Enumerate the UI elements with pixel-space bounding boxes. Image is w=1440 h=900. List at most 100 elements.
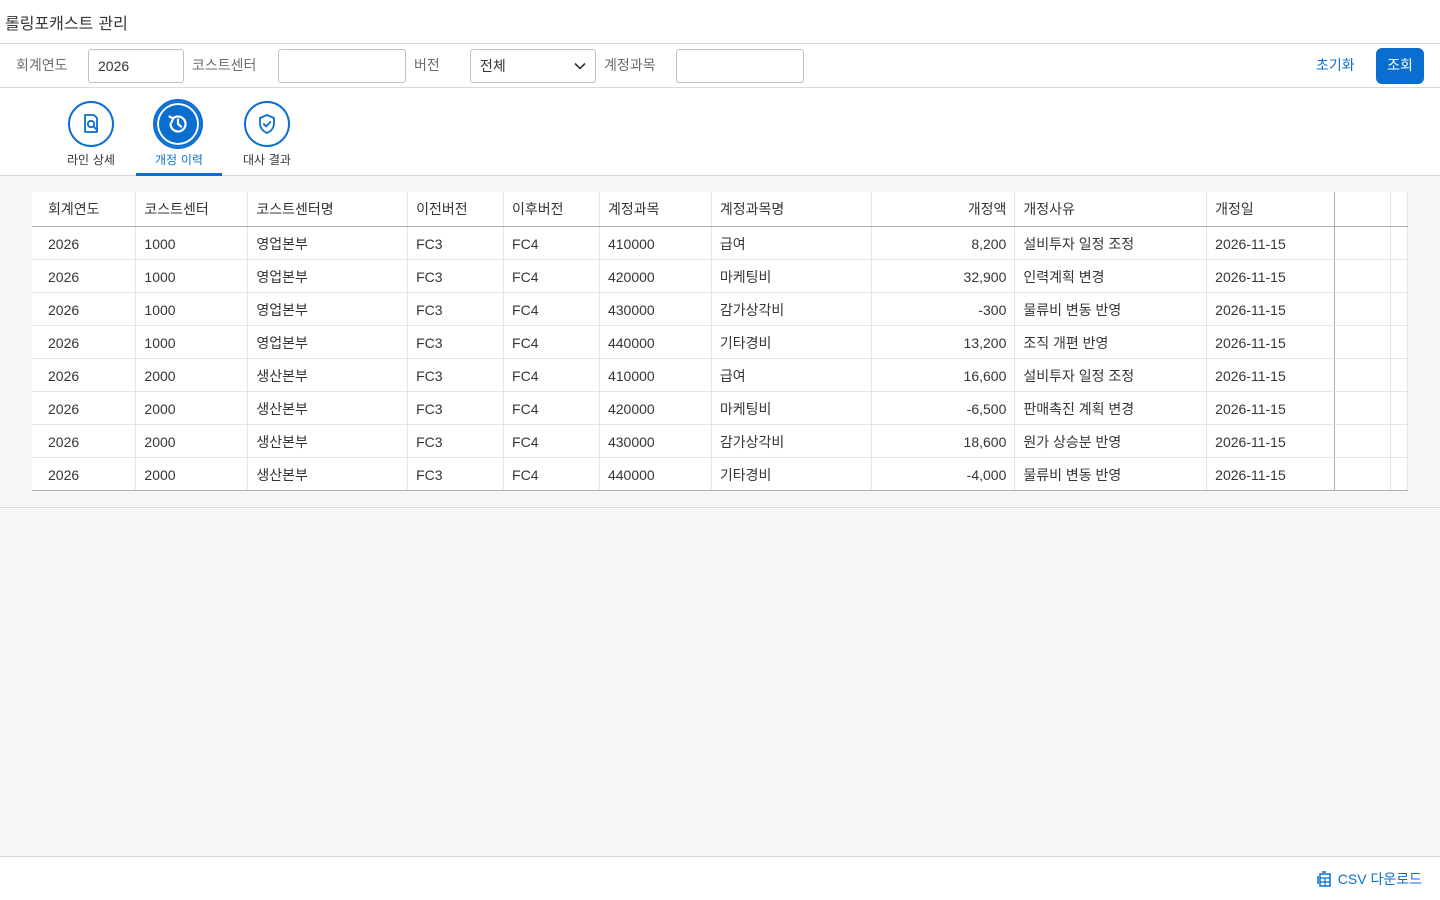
table-cell: FC3 — [407, 259, 505, 293]
column-header[interactable]: 계정과목명 — [711, 192, 872, 227]
empty-cell — [1334, 358, 1391, 392]
table-cell: 급여 — [711, 358, 872, 392]
table-cell: 16,600 — [871, 358, 1016, 392]
table-cell: 생산본부 — [247, 391, 409, 425]
footer-toolbar: CSV 다운로드 — [0, 856, 1440, 900]
year-label: 회계연도 — [16, 58, 68, 74]
table-cell: 급여 — [711, 226, 872, 260]
shield-check-icon — [244, 101, 290, 147]
table-row[interactable]: 2026 1000 영업본부 FC3 FC4 430000 감가상각비 -300 물류비 변동 … — [32, 292, 1409, 326]
table-row[interactable]: 2026 2000 생산본부 FC3 FC4 440000 기타경비 -4,000 물류비 변동… — [32, 457, 1409, 491]
content-area: 회계연도 코스트센터 코스트센터명 이전버전 이후버전 계정과목 계정과목명 개… — [0, 176, 1440, 508]
chevron-down-icon — [574, 62, 586, 70]
table-cell: 마케팅비 — [711, 259, 872, 293]
table-cell: 420000 — [599, 259, 712, 293]
document-search-icon — [68, 101, 114, 147]
table-cell: 1000 — [135, 226, 249, 260]
table-cell: 영업본부 — [247, 226, 409, 260]
empty-cell — [1334, 325, 1391, 359]
table-cell: FC3 — [407, 358, 505, 392]
table-cell: 32,900 — [871, 259, 1016, 293]
table-cell: 물류비 변동 반영 — [1014, 292, 1208, 326]
column-header[interactable]: 개정액 — [871, 192, 1016, 227]
version-label: 버전 — [414, 58, 440, 74]
account-label: 계정과목 — [604, 58, 656, 74]
cost-center-input[interactable] — [278, 49, 406, 83]
tab-reconciliation-result[interactable]: 대사 결과 — [236, 88, 298, 176]
column-header[interactable]: 코스트센터 — [135, 192, 249, 227]
table-cell: 2000 — [135, 358, 249, 392]
table-cell: FC4 — [503, 292, 600, 326]
tab-reconciliation-result-label: 대사 결과 — [243, 153, 291, 167]
empty-cell — [1334, 292, 1391, 326]
table-row[interactable]: 2026 1000 영업본부 FC3 FC4 440000 기타경비 13,200 조직 개편 … — [32, 325, 1409, 359]
tab-revision-history-label: 개정 이력 — [155, 153, 203, 167]
go-button[interactable]: 조회 — [1376, 48, 1424, 84]
table-row[interactable]: 2026 2000 생산본부 FC3 FC4 410000 급여 16,600 설비투자 일정 … — [32, 358, 1409, 392]
table-cell: 물류비 변동 반영 — [1014, 457, 1208, 491]
table-cell: 410000 — [599, 226, 712, 260]
table-cell: FC3 — [407, 292, 505, 326]
empty-cell — [1390, 292, 1409, 326]
tab-line-detail[interactable]: 라인 상세 — [60, 88, 122, 176]
version-select-value: 전체 — [480, 58, 506, 74]
account-input[interactable] — [676, 49, 804, 83]
column-header[interactable]: 코스트센터명 — [247, 192, 409, 227]
empty-column-header — [1334, 192, 1391, 227]
column-header[interactable]: 개정사유 — [1014, 192, 1208, 227]
table-cell: 설비투자 일정 조정 — [1014, 226, 1208, 260]
table-cell: 8,200 — [871, 226, 1016, 260]
empty-cell — [1390, 358, 1409, 392]
table-cell: 1000 — [135, 325, 249, 359]
table-cell: 2026-11-15 — [1206, 424, 1336, 458]
table-row[interactable]: 2026 1000 영업본부 FC3 FC4 410000 급여 8,200 설비투자 일정 조… — [32, 226, 1409, 260]
column-header[interactable]: 개정일 — [1206, 192, 1336, 227]
table-cell: 영업본부 — [247, 259, 409, 293]
empty-cell — [1390, 457, 1409, 491]
empty-cell — [1390, 391, 1409, 425]
table-cell: 영업본부 — [247, 325, 409, 359]
table-cell: FC4 — [503, 391, 600, 425]
csv-download-button[interactable]: CSV 다운로드 — [1316, 868, 1422, 890]
table-cell: 생산본부 — [247, 424, 409, 458]
column-header[interactable]: 이후버전 — [503, 192, 600, 227]
table-cell: 감가상각비 — [711, 292, 872, 326]
version-select[interactable]: 전체 — [470, 49, 596, 83]
table-cell: 2026-11-15 — [1206, 226, 1336, 260]
table-cell: 420000 — [599, 391, 712, 425]
column-header[interactable]: 계정과목 — [599, 192, 712, 227]
table-cell: FC4 — [503, 358, 600, 392]
tab-revision-history[interactable]: 개정 이력 — [136, 88, 222, 176]
column-header[interactable]: 회계연도 — [32, 192, 137, 227]
table-cell: 2026 — [32, 325, 137, 359]
reset-button[interactable]: 초기화 — [1308, 49, 1363, 83]
table-cell: 2026 — [32, 292, 137, 326]
table-cell: 440000 — [599, 457, 712, 491]
empty-cell — [1334, 391, 1391, 425]
table-row[interactable]: 2026 2000 생산본부 FC3 FC4 420000 마케팅비 -6,500 판매촉진 계… — [32, 391, 1409, 425]
table-cell: 2026-11-15 — [1206, 259, 1336, 293]
table-cell: 430000 — [599, 292, 712, 326]
table-cell: -6,500 — [871, 391, 1016, 425]
empty-cell — [1390, 226, 1409, 260]
table-cell: 2000 — [135, 457, 249, 491]
history-icon — [153, 99, 203, 149]
empty-cell — [1390, 325, 1409, 359]
empty-cell — [1334, 424, 1391, 458]
table-cell: 1000 — [135, 259, 249, 293]
table-cell: 영업본부 — [247, 292, 409, 326]
table-cell: 원가 상승분 반영 — [1014, 424, 1208, 458]
table-cell: FC3 — [407, 457, 505, 491]
year-input[interactable]: 2026 — [88, 49, 184, 83]
table-cell: FC4 — [503, 259, 600, 293]
cost-center-label: 코스트센터 — [192, 58, 257, 74]
table-cell: 생산본부 — [247, 358, 409, 392]
table-cell: -300 — [871, 292, 1016, 326]
table-row[interactable]: 2026 2000 생산본부 FC3 FC4 430000 감가상각비 18,600 원가 상승… — [32, 424, 1409, 458]
table-cell: 기타경비 — [711, 457, 872, 491]
tab-line-detail-label: 라인 상세 — [67, 153, 115, 167]
column-header[interactable]: 이전버전 — [407, 192, 505, 227]
table-cell: FC3 — [407, 424, 505, 458]
table-row[interactable]: 2026 1000 영업본부 FC3 FC4 420000 마케팅비 32,900 인력계획 변… — [32, 259, 1409, 293]
table-cell: 2026 — [32, 259, 137, 293]
